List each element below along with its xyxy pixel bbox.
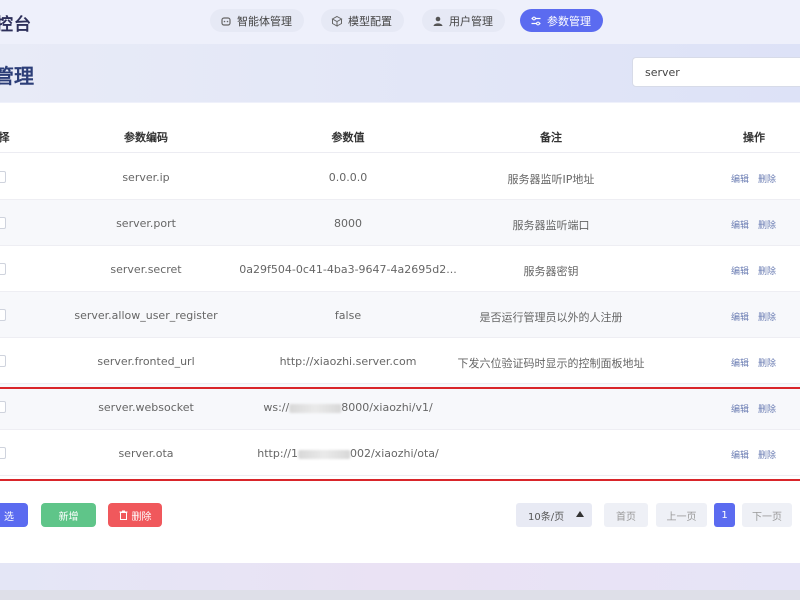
button-label: 下一页	[752, 511, 782, 523]
table-row: server.ota http://1 002/xiaozhi/ota/ 编辑 删…	[0, 430, 800, 476]
row-checkbox[interactable]	[0, 217, 6, 229]
trash-icon	[119, 510, 127, 520]
param-value: http://xiaozhi.server.com	[279, 355, 417, 368]
button-label: 新增	[58, 511, 79, 523]
add-button[interactable]: 新增	[41, 503, 96, 527]
redacted-block	[297, 449, 350, 459]
edit-link[interactable]: 编辑	[731, 356, 749, 369]
robot-icon	[221, 16, 231, 26]
delete-link[interactable]: 删除	[758, 218, 776, 231]
param-note: 下发六位验证码时显示的控制面板地址	[457, 357, 645, 370]
page-header: 管理	[0, 44, 800, 102]
param-value: http://1 002/xiaozhi/ota/	[257, 447, 438, 460]
col-select-header: 择	[0, 131, 10, 144]
value-prefix: ws://	[263, 401, 290, 414]
prev-page-button[interactable]: 上一页	[656, 503, 707, 527]
cube-icon	[331, 15, 343, 27]
tab-label: 模型配置	[348, 14, 392, 28]
row-checkbox[interactable]	[0, 309, 6, 321]
param-value: false	[334, 309, 362, 322]
button-label: 首页	[616, 511, 636, 523]
edit-link[interactable]: 编辑	[731, 218, 749, 231]
app-brand: 控台	[0, 15, 32, 35]
value-suffix: 8000/xiaozhi/v1/	[341, 401, 433, 414]
table-row: server.websocket ws:// 8000/xiaozhi/v1/ 编…	[0, 384, 800, 430]
edit-link[interactable]: 编辑	[731, 264, 749, 277]
table-header: 择 参数编码 参数值 备注 操作	[0, 103, 800, 153]
table-row: server.ip 0.0.0.0 服务器监听IP地址 编辑 删除	[0, 154, 800, 200]
row-checkbox[interactable]	[0, 401, 6, 413]
param-value: 8000	[334, 217, 362, 230]
top-bar: 控台 智能体管理 模型配置 用户管理 参数管理	[0, 0, 800, 44]
delete-link[interactable]: 删除	[758, 310, 776, 323]
current-page-button[interactable]: 1	[714, 503, 735, 527]
select-all-button[interactable]: 选	[0, 503, 28, 527]
value-suffix: 002/xiaozhi/ota/	[349, 447, 439, 460]
param-value: ws:// 8000/xiaozhi/v1/	[263, 401, 432, 414]
tab-agent-management[interactable]: 智能体管理	[210, 9, 304, 32]
delete-link[interactable]: 删除	[758, 448, 776, 461]
params-table: 择 参数编码 参数值 备注 操作 server.ip 0.0.0.0 服务器监听…	[0, 103, 800, 563]
edit-link[interactable]: 编辑	[731, 402, 749, 415]
param-code: server.websocket	[98, 401, 194, 414]
button-label: 删除	[131, 511, 152, 523]
param-code: server.ip	[122, 171, 170, 184]
next-page-button[interactable]: 下一页	[742, 503, 792, 527]
row-checkbox[interactable]	[0, 263, 6, 275]
page-title: 管理	[0, 64, 34, 88]
param-value: 0a29f504-0c41-4ba3-9647-4a2695d2...	[239, 263, 457, 276]
caret-up-icon	[576, 511, 584, 517]
os-taskbar	[0, 590, 800, 600]
table-row: server.fronted_url http://xiaozhi.server…	[0, 338, 800, 384]
param-note: 服务器监听端口	[512, 219, 590, 232]
button-label: 上一页	[666, 511, 697, 523]
tab-label: 智能体管理	[237, 14, 292, 28]
table-row: server.allow_user_register false 是否运行管理员…	[0, 292, 800, 338]
page-size-select[interactable]: 10条/页	[516, 503, 592, 527]
row-checkbox[interactable]	[0, 447, 6, 459]
delete-link[interactable]: 删除	[758, 402, 776, 415]
param-code: server.allow_user_register	[74, 309, 218, 322]
search-input[interactable]	[632, 57, 800, 87]
edit-link[interactable]: 编辑	[731, 310, 749, 323]
sliders-icon	[531, 16, 541, 25]
tab-label: 用户管理	[449, 14, 493, 28]
param-note: 服务器监听IP地址	[507, 173, 595, 186]
table-row: server.secret 0a29f504-0c41-4ba3-9647-4a…	[0, 246, 800, 292]
first-page-button[interactable]: 首页	[604, 503, 648, 527]
tab-param-management[interactable]: 参数管理	[520, 9, 603, 32]
param-code: server.secret	[110, 263, 182, 276]
redacted-block	[289, 403, 342, 413]
col-ops-header: 操作	[743, 131, 765, 144]
table-row: server.port 8000 服务器监听端口 编辑 删除	[0, 200, 800, 246]
param-value: 0.0.0.0	[328, 171, 368, 184]
delete-button[interactable]: 删除	[108, 503, 162, 527]
tab-user-management[interactable]: 用户管理	[422, 9, 505, 32]
tab-model-config[interactable]: 模型配置	[321, 9, 404, 32]
param-note: 服务器密钥	[523, 265, 579, 278]
edit-link[interactable]: 编辑	[731, 448, 749, 461]
delete-link[interactable]: 删除	[758, 172, 776, 185]
row-checkbox[interactable]	[0, 171, 6, 183]
button-label: 选	[4, 511, 14, 523]
param-code: server.port	[116, 217, 176, 230]
user-icon	[433, 16, 443, 26]
delete-link[interactable]: 删除	[758, 264, 776, 277]
col-code-header: 参数编码	[124, 131, 168, 144]
col-value-header: 参数值	[331, 131, 365, 144]
edit-link[interactable]: 编辑	[731, 172, 749, 185]
delete-link[interactable]: 删除	[758, 356, 776, 369]
param-code: server.fronted_url	[97, 355, 195, 368]
tab-label: 参数管理	[547, 14, 591, 28]
row-checkbox[interactable]	[0, 355, 6, 367]
param-code: server.ota	[118, 447, 174, 460]
page-size-label: 10条/页	[528, 511, 565, 523]
page-number: 1	[721, 509, 728, 521]
col-note-header: 备注	[540, 131, 562, 144]
value-prefix: http://1	[257, 447, 298, 460]
param-note: 是否运行管理员以外的人注册	[479, 311, 623, 324]
